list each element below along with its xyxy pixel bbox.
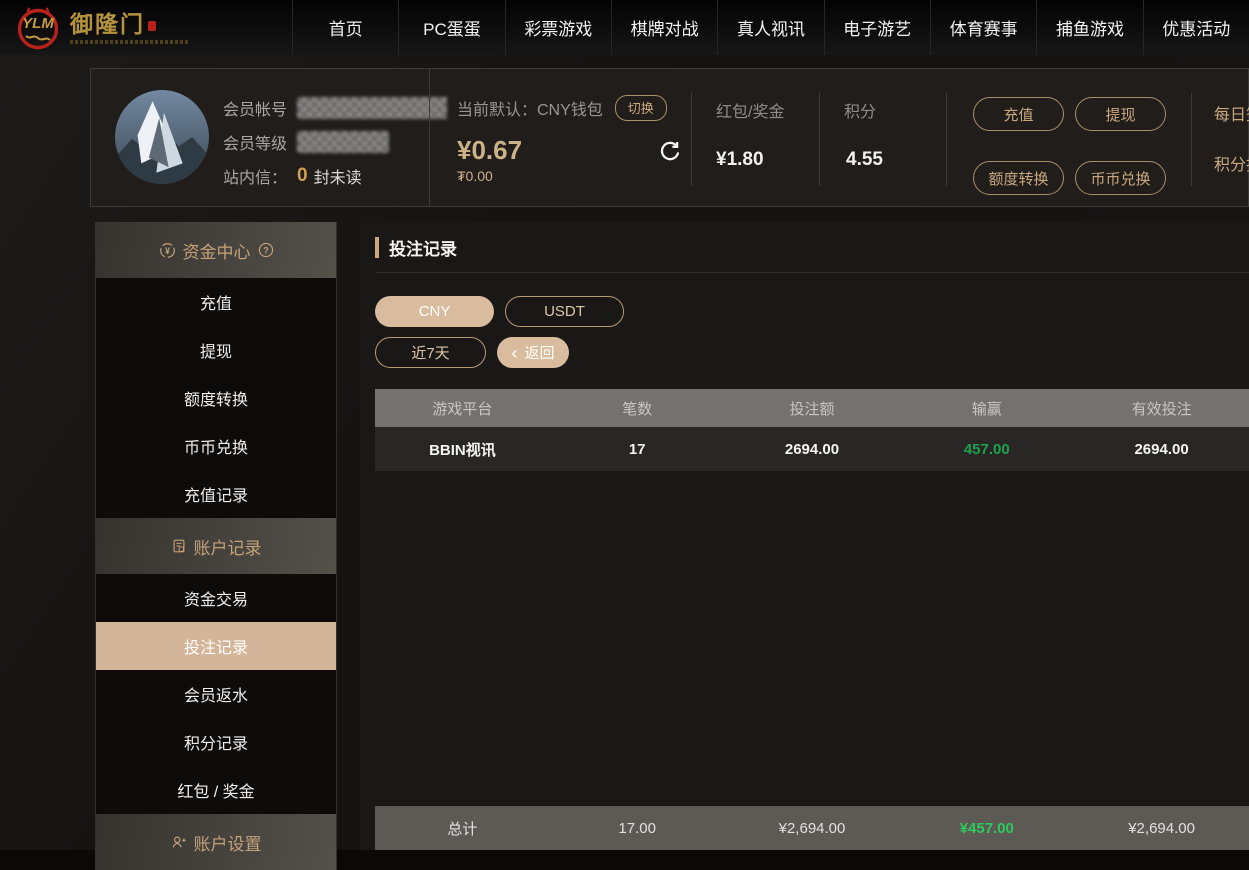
brand-logo-icon: YLM: [16, 6, 60, 50]
svg-text:YLM: YLM: [22, 15, 54, 32]
sidebar-item[interactable]: 资金交易: [96, 574, 336, 622]
nav-item[interactable]: 电子游艺: [824, 0, 930, 55]
main-content: 投注记录 CNY USDT 近7天 ‹ 返回 游戏平台笔数投注额输赢有效投注 B…: [360, 222, 1249, 850]
currency-tab-usdt[interactable]: USDT: [505, 296, 624, 327]
help-icon[interactable]: ?: [258, 242, 274, 258]
top-navigation: YLM 御隆门 首页PC蛋蛋彩票游戏棋牌对战真人视讯电子游艺体育赛事捕鱼游戏优惠…: [0, 0, 1249, 55]
cny-balance: ¥0.67: [457, 135, 667, 166]
sidebar-section-title: 资金中心: [183, 238, 251, 263]
sidebar-item[interactable]: 红包 / 奖金: [96, 766, 336, 814]
table-cell: ¥2,694.00: [725, 806, 900, 850]
table-header-cell: 输赢: [899, 389, 1074, 427]
account-records-icon: [171, 538, 187, 554]
member-level-label: 会员等级: [223, 130, 287, 154]
sidebar-item[interactable]: 提现: [96, 326, 336, 374]
member-header-panel: 会员帐号 会员等级 站内信： 0 封未读 当前默认：CNY钱包 切换 ¥0.67…: [90, 68, 1249, 207]
member-account-label: 会员帐号: [223, 96, 287, 120]
title-separator: [375, 272, 1249, 273]
table-cell: 2694.00: [1074, 427, 1249, 471]
member-level-value-censored: [297, 131, 389, 153]
sidebar-item[interactable]: 额度转换: [96, 374, 336, 422]
brand-logo[interactable]: YLM 御隆门: [0, 0, 292, 55]
nav-item[interactable]: 首页: [292, 0, 398, 55]
sidebar-item[interactable]: 充值记录: [96, 470, 336, 518]
table-cell: 17: [550, 427, 725, 471]
bonus-label: 红包/奖金: [716, 98, 784, 122]
svg-text:?: ?: [263, 245, 268, 255]
nav-item[interactable]: 彩票游戏: [505, 0, 611, 55]
sidebar-item[interactable]: 币币兑换: [96, 422, 336, 470]
sidebar-section-title: 账户记录: [194, 534, 262, 559]
table-header-cell: 投注额: [725, 389, 900, 427]
quota-transfer-button[interactable]: 额度转换: [973, 161, 1064, 195]
sidebar-section-title: 账户设置: [194, 830, 262, 855]
wallet-default-label: 当前默认：CNY钱包: [457, 96, 603, 120]
back-button[interactable]: ‹ 返回: [497, 337, 569, 368]
wallet-switch-button[interactable]: 切换: [615, 95, 667, 121]
table-total-row: 总计17.00¥2,694.00¥457.00¥2,694.00: [375, 806, 1249, 850]
inbox-label: 站内信：: [223, 164, 287, 188]
sidebar-item[interactable]: 会员返水: [96, 670, 336, 718]
panel-divider: [691, 93, 692, 186]
inbox-unread-suffix: 封未读: [314, 164, 362, 188]
sidebar: ¥ 资金中心? 充值提现额度转换币币兑换充值记录账户记录资金交易投注记录会员返水积分…: [95, 222, 337, 870]
withdraw-button[interactable]: 提现: [1075, 97, 1166, 131]
bonus-value: ¥1.80: [716, 149, 764, 171]
table-row[interactable]: BBIN视讯172694.00457.002694.00: [375, 427, 1249, 471]
table-cell: 2694.00: [725, 427, 900, 471]
inbox-unread-count[interactable]: 0: [297, 165, 308, 187]
table-cell: 17.00: [550, 806, 725, 850]
brand-tagline: [70, 40, 190, 44]
table-header-cell: 游戏平台: [375, 389, 550, 427]
account-settings-icon: [171, 834, 187, 850]
deposit-button[interactable]: 充值: [973, 97, 1064, 131]
table-cell: ¥457.00: [899, 806, 1074, 850]
sidebar-item[interactable]: 投注记录: [96, 622, 336, 670]
panel-divider: [946, 93, 947, 186]
panel-divider: [819, 93, 820, 186]
points-label: 积分: [844, 98, 876, 122]
nav-item[interactable]: 棋牌对战: [611, 0, 717, 55]
avatar[interactable]: [115, 90, 209, 184]
page-title: 投注记录: [389, 235, 457, 260]
nav-item[interactable]: 优惠活动: [1143, 0, 1249, 55]
usdt-balance: ₮0.00: [457, 168, 667, 184]
chevron-left-icon: ‹: [511, 344, 517, 362]
table-header-row: 游戏平台笔数投注额输赢有效投注: [375, 389, 1249, 427]
panel-divider: [429, 69, 430, 206]
daily-signin-link[interactable]: 每日签: [1214, 101, 1249, 125]
table-cell: 总计: [375, 806, 550, 850]
points-value: 4.55: [846, 149, 883, 171]
date-range-button[interactable]: 近7天: [375, 337, 486, 368]
funds-center-icon: ¥: [159, 242, 176, 259]
brand-name: 御隆门: [70, 11, 145, 37]
sidebar-section-header: 账户设置: [96, 814, 336, 870]
member-account-value-censored: [297, 97, 447, 119]
table-header-cell: 有效投注: [1074, 389, 1249, 427]
svg-text:¥: ¥: [165, 245, 170, 255]
sidebar-section-header: 账户记录: [96, 518, 336, 574]
currency-tab-cny[interactable]: CNY: [375, 296, 494, 327]
nav-item[interactable]: 体育赛事: [930, 0, 1036, 55]
nav-item[interactable]: 真人视讯: [717, 0, 823, 55]
nav-items: 首页PC蛋蛋彩票游戏棋牌对战真人视讯电子游艺体育赛事捕鱼游戏优惠活动: [292, 0, 1249, 55]
table-cell: 457.00: [899, 427, 1074, 471]
sidebar-section-header: ¥ 资金中心?: [96, 222, 336, 278]
table-cell: BBIN视讯: [375, 427, 550, 471]
brand-seal-icon: [148, 21, 156, 31]
back-button-label: 返回: [524, 342, 554, 363]
sidebar-item[interactable]: 充值: [96, 278, 336, 326]
nav-item[interactable]: 捕鱼游戏: [1036, 0, 1142, 55]
coin-exchange-button[interactable]: 币币兑换: [1075, 161, 1166, 195]
points-lottery-link[interactable]: 积分抽: [1214, 151, 1249, 175]
table-header-cell: 笔数: [550, 389, 725, 427]
title-accent-bar: [375, 237, 379, 258]
refresh-icon[interactable]: [657, 139, 683, 165]
table-cell: ¥2,694.00: [1074, 806, 1249, 850]
sidebar-item[interactable]: 积分记录: [96, 718, 336, 766]
nav-item[interactable]: PC蛋蛋: [398, 0, 504, 55]
panel-divider: [1191, 93, 1192, 186]
date-range-label: 近7天: [411, 342, 449, 363]
